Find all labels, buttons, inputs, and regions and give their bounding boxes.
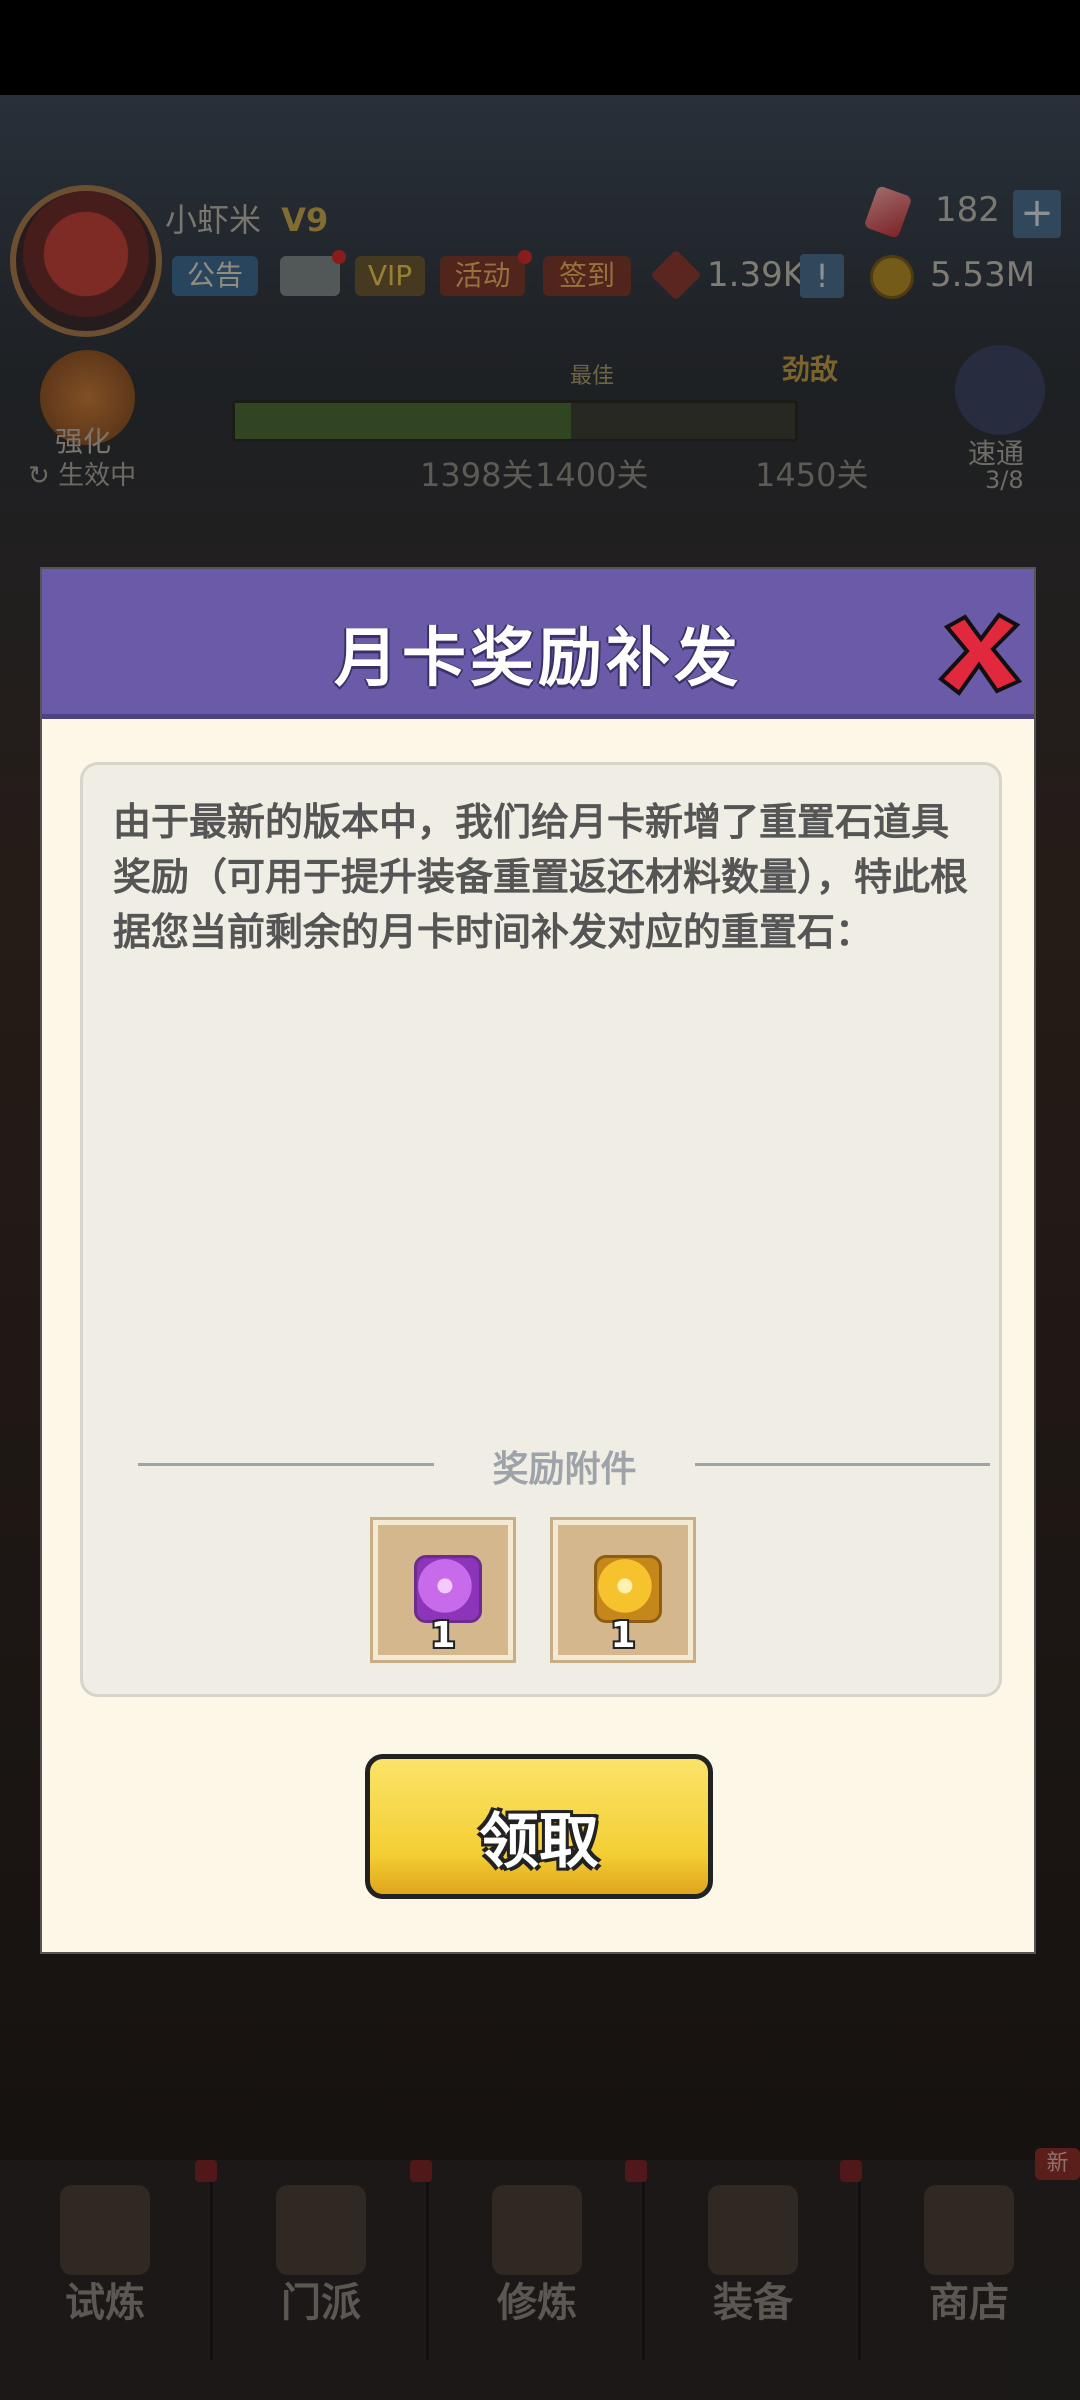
gold-reset-stone-icon bbox=[594, 1555, 662, 1623]
dialog-title: 月卡奖励补发 bbox=[334, 622, 742, 696]
message-panel: 由于最新的版本中，我们给月卡新增了重置石道具奖励（可用于提升装备重置返还材料数量… bbox=[80, 762, 1002, 1697]
close-icon[interactable] bbox=[935, 609, 1025, 699]
attachments-label: 奖励附件 bbox=[492, 1449, 637, 1490]
reward-item-gold-stone[interactable]: 1 bbox=[553, 1520, 693, 1660]
claim-button[interactable]: 领取 bbox=[365, 1754, 713, 1899]
reward-quantity: 1 bbox=[610, 1615, 636, 1656]
status-bar bbox=[0, 0, 1080, 95]
divider-right bbox=[695, 1463, 990, 1466]
dialog-message: 由于最新的版本中，我们给月卡新增了重置石道具奖励（可用于提升装备重置返还材料数量… bbox=[113, 800, 969, 954]
reward-item-purple-stone[interactable]: 1 bbox=[373, 1520, 513, 1660]
dialog-header: 月卡奖励补发 bbox=[42, 569, 1034, 719]
monthly-card-reward-dialog: 月卡奖励补发 由于最新的版本中，我们给月卡新增了重置石道具奖励（可用于提升装备重… bbox=[40, 567, 1036, 1954]
reward-quantity: 1 bbox=[430, 1615, 456, 1656]
purple-reset-stone-icon bbox=[414, 1555, 482, 1623]
divider-left bbox=[138, 1463, 434, 1466]
claim-button-label: 领取 bbox=[479, 1807, 599, 1877]
close-x-icon bbox=[938, 612, 1023, 696]
